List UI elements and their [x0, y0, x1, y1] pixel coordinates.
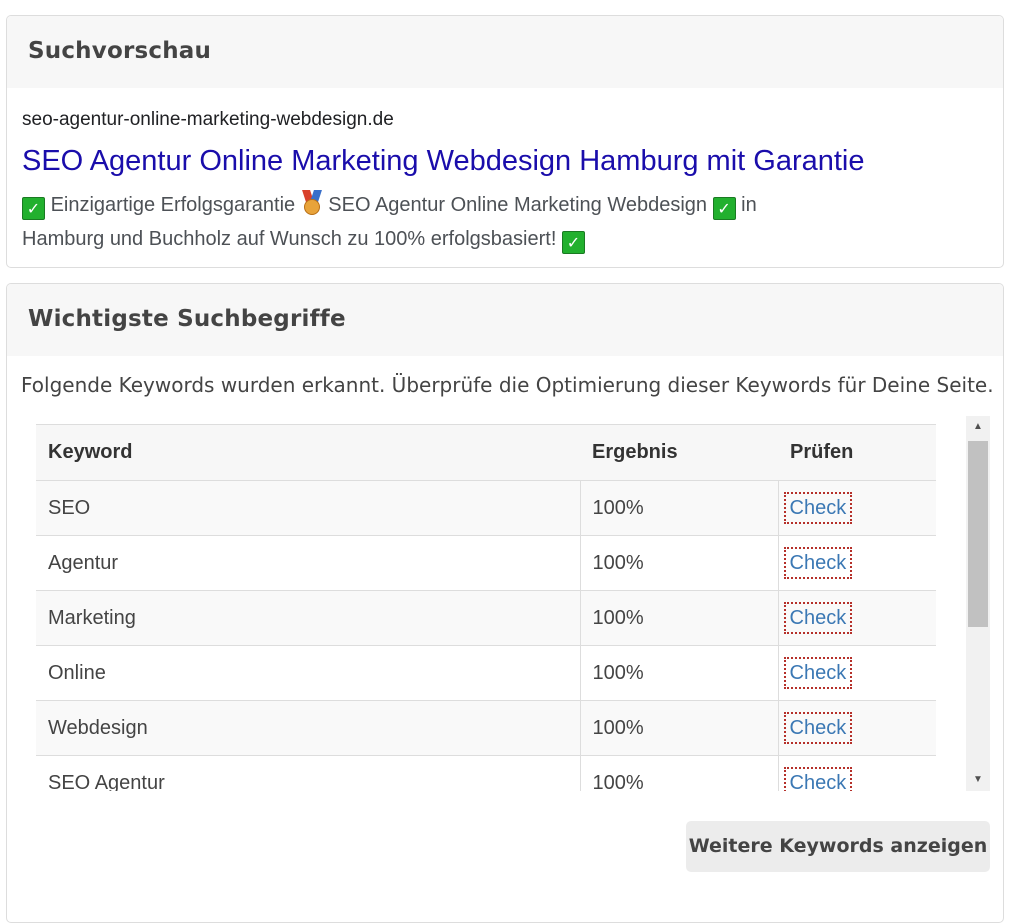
- check-link[interactable]: Check: [783, 657, 853, 689]
- search-preview-panel: Suchvorschau seo-agentur-online-marketin…: [6, 15, 1004, 268]
- table-row: Marketing 100% Check: [36, 590, 936, 646]
- check-mark-icon: ✓: [712, 197, 736, 220]
- keyword-cell: SEO Agentur: [36, 755, 580, 791]
- keywords-heading: Wichtigste Suchbegriffe: [7, 284, 1003, 356]
- serp-desc-part: Einzigartige Erfolgsgarantie: [50, 194, 296, 216]
- table-scrollbar[interactable]: ▲ ▼: [966, 416, 990, 791]
- result-cell: 100%: [579, 590, 778, 646]
- result-cell: 100%: [579, 480, 778, 536]
- keyword-cell: Agentur: [36, 535, 580, 591]
- table-row: SEO Agentur 100% Check: [36, 755, 936, 791]
- keyword-cell: SEO: [36, 480, 580, 536]
- check-cell: Check: [777, 535, 936, 591]
- keywords-table-scroll-area[interactable]: Keyword Ergebnis Prüfen SEO 100% Check A…: [36, 424, 990, 791]
- table-row: Webdesign 100% Check: [36, 700, 936, 756]
- check-cell: Check: [777, 755, 936, 791]
- keywords-table: Keyword Ergebnis Prüfen SEO 100% Check A…: [36, 424, 936, 791]
- serp-description: ✓ Einzigartige Erfolgsgarantie SEO Agent…: [22, 188, 842, 256]
- result-cell: 100%: [579, 645, 778, 701]
- show-more-keywords-button[interactable]: Weitere Keywords anzeigen: [686, 821, 990, 872]
- check-link[interactable]: Check: [783, 492, 853, 524]
- table-row: SEO 100% Check: [36, 480, 936, 536]
- keyword-cell: Marketing: [36, 590, 580, 646]
- scroll-up-arrow-icon[interactable]: ▲: [966, 416, 990, 438]
- result-cell: 100%: [579, 755, 778, 791]
- table-header-row: Keyword Ergebnis Prüfen: [36, 424, 936, 481]
- serp-url: seo-agentur-online-marketing-webdesign.d…: [22, 109, 394, 130]
- check-cell: Check: [777, 645, 936, 701]
- table-row: Agentur 100% Check: [36, 535, 936, 591]
- serp-desc-part: Hamburg und Buchholz auf Wunsch zu 100% …: [22, 228, 557, 250]
- check-link[interactable]: Check: [783, 547, 853, 579]
- check-mark-icon: ✓: [22, 197, 45, 220]
- check-cell: Check: [777, 700, 936, 756]
- result-cell: 100%: [579, 535, 778, 591]
- result-cell: 100%: [579, 700, 778, 756]
- medal-icon: [301, 190, 323, 216]
- check-mark-icon: ✓: [561, 231, 585, 254]
- column-header-keyword: Keyword: [36, 424, 580, 481]
- search-preview-heading: Suchvorschau: [7, 16, 1003, 88]
- serp-title-link[interactable]: SEO Agentur Online Marketing Webdesign H…: [22, 145, 865, 178]
- scrollbar-thumb[interactable]: [968, 441, 988, 627]
- serp-desc-part: in: [741, 194, 757, 216]
- keyword-cell: Online: [36, 645, 580, 701]
- table-row: Online 100% Check: [36, 645, 936, 701]
- check-cell: Check: [777, 590, 936, 646]
- check-link[interactable]: Check: [783, 712, 853, 744]
- check-link[interactable]: Check: [783, 767, 853, 791]
- check-cell: Check: [777, 480, 936, 536]
- column-header-check: Prüfen: [778, 424, 936, 481]
- keyword-cell: Webdesign: [36, 700, 580, 756]
- check-link[interactable]: Check: [783, 602, 853, 634]
- serp-desc-part: SEO Agentur Online Marketing Webdesign: [328, 194, 708, 216]
- keywords-intro: Folgende Keywords wurden erkannt. Überpr…: [21, 373, 994, 397]
- keywords-panel: Wichtigste Suchbegriffe Folgende Keyword…: [6, 283, 1004, 923]
- column-header-result: Ergebnis: [580, 424, 778, 481]
- scroll-down-arrow-icon[interactable]: ▼: [966, 769, 990, 791]
